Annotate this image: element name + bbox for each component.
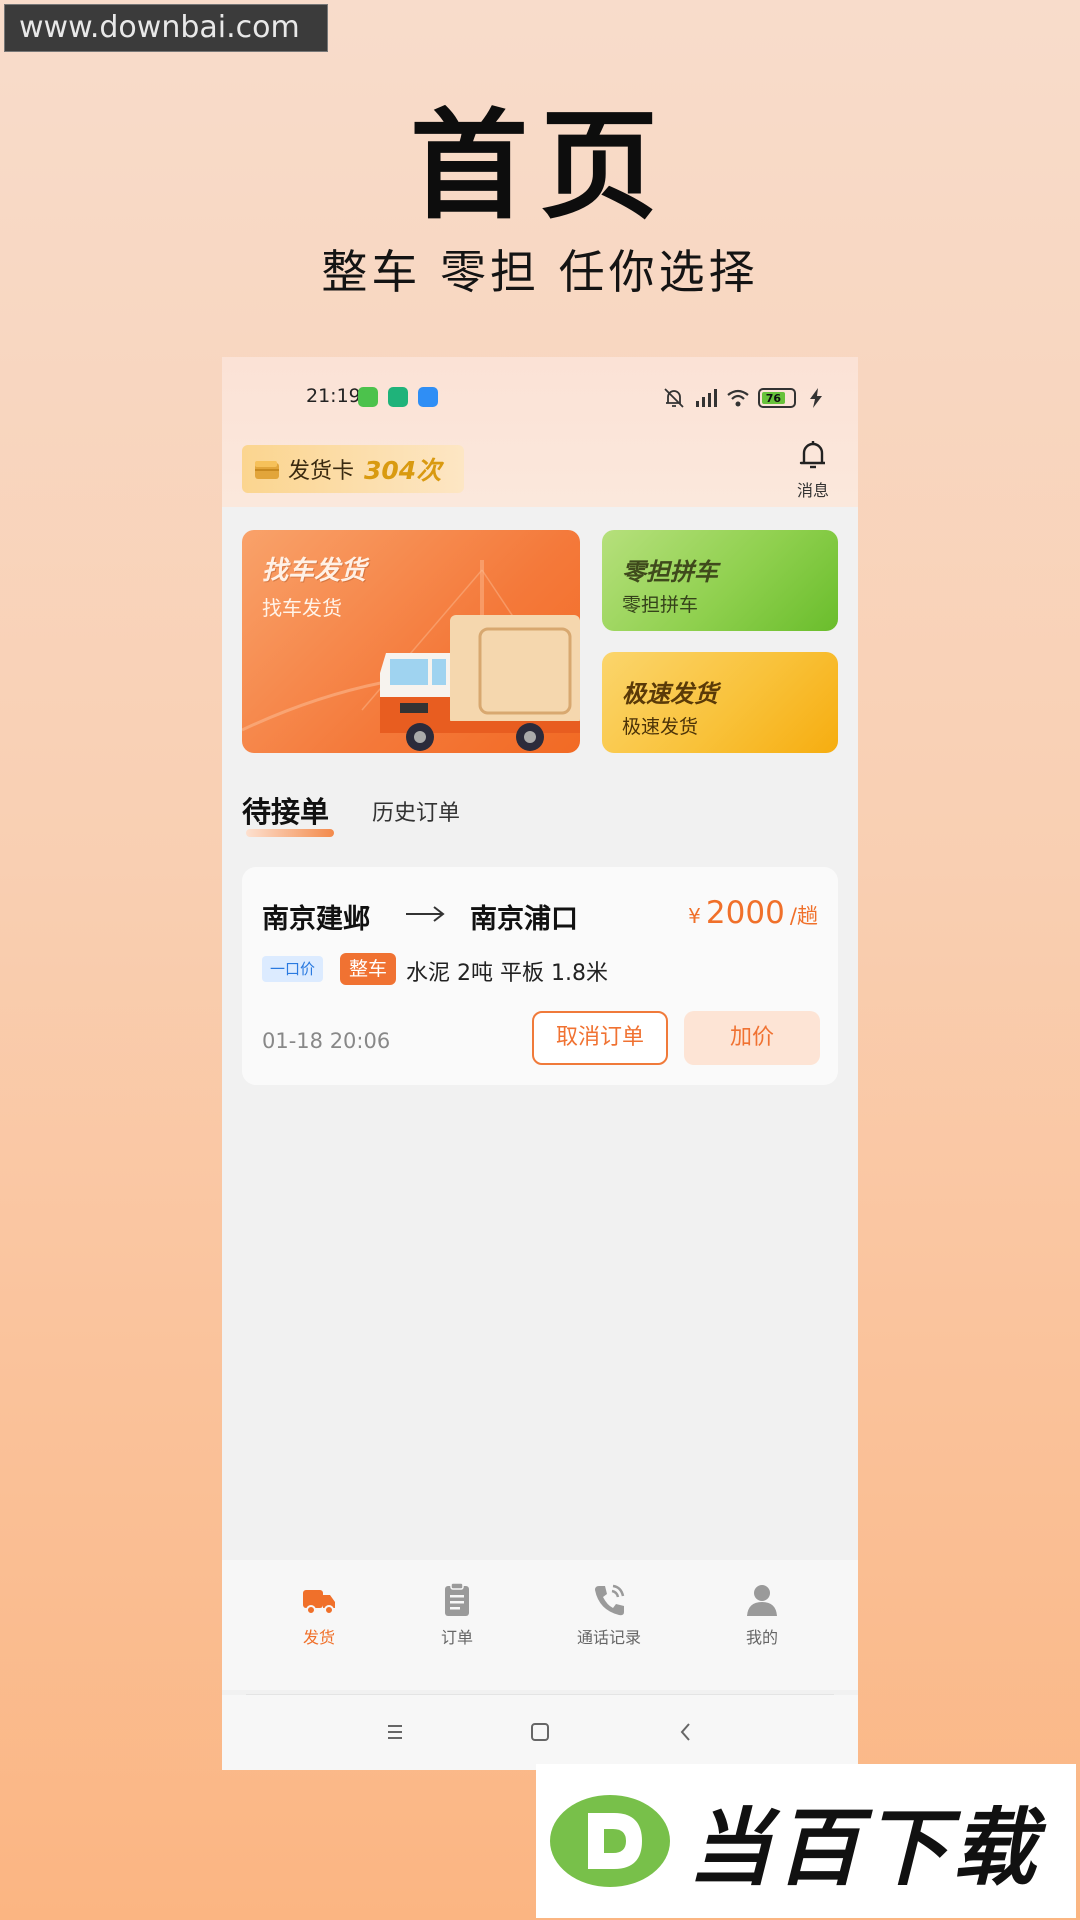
nav-label-orders: 订单 (440, 1628, 473, 1647)
bell-off-icon (664, 388, 684, 408)
order-time: 01-18 20:06 (262, 1029, 391, 1053)
menu-icon[interactable] (380, 1717, 410, 1747)
brand-watermark: 当百下载 (536, 1764, 1076, 1918)
nav-label-profile: 我的 (745, 1628, 778, 1647)
hero-subtitle: 整车 零担 任你选择 (321, 245, 759, 299)
cargo-details: 水泥 2吨 平板 1.8米 (406, 961, 608, 986)
charging-icon (810, 388, 822, 408)
route-origin: 南京建邺 (262, 904, 370, 935)
messages-button[interactable]: 消息 (790, 437, 836, 501)
fixed-price-tag: 一口价 (262, 956, 324, 982)
clipboard-icon (445, 1582, 469, 1616)
system-nav-bar (222, 1695, 858, 1770)
nav-label-call-log: 通话记录 (576, 1628, 641, 1647)
price-symbol: ¥ (688, 904, 701, 928)
battery-indicator: 76 (758, 388, 796, 408)
nav-label-ship: 发货 (302, 1628, 335, 1647)
shipping-card[interactable]: 发货卡 304次 (242, 445, 464, 493)
messages-label: 消息 (796, 481, 829, 500)
price-unit: /趟 (789, 904, 818, 928)
cancel-order-button[interactable]: 取消订单 (532, 1011, 668, 1065)
express-shipping-subtitle: 极速发货 (622, 716, 699, 738)
nav-item-call-log[interactable]: 通话记录 (554, 1582, 664, 1648)
site-watermark: www.downbai.com (4, 4, 328, 52)
user-icon (747, 1585, 777, 1616)
truck-icon (303, 1590, 335, 1615)
tab-pending[interactable]: 待接单 (242, 789, 329, 831)
nav-item-ship[interactable]: 发货 (264, 1582, 374, 1648)
find-truck-banner[interactable]: 找车发货 找车发货 (242, 530, 580, 753)
signal-icon (696, 389, 717, 407)
tab-history[interactable]: 历史订单 (372, 795, 460, 827)
ltl-carpool-subtitle: 零担拼车 (622, 594, 699, 616)
truck-icon (380, 615, 580, 751)
order-price: ¥ 2000 /趟 (688, 895, 818, 931)
bell-icon (799, 441, 825, 469)
route-destination: 南京浦口 (470, 904, 578, 935)
brand-name: 当百下载 (688, 1798, 1041, 1897)
vehicle-type-tag: 整车 (340, 953, 397, 985)
raise-price-button[interactable]: 加价 (684, 1011, 820, 1065)
brand-logo-icon (550, 1795, 670, 1887)
nav-item-orders[interactable]: 订单 (402, 1582, 512, 1648)
app-notification-icon (358, 387, 378, 407)
shipping-card-count: 304次 (364, 456, 442, 485)
status-bar: 21:19 76 (222, 385, 858, 415)
order-tabs: 待接单 历史订单 (242, 789, 838, 839)
phone-icon (595, 1584, 625, 1616)
wifi-icon (727, 389, 749, 407)
arrow-right-icon (406, 906, 445, 922)
order-card[interactable]: 南京建邺 南京浦口 ¥ 2000 /趟 一口价 整车 水泥 2吨 平板 1.8米… (242, 867, 838, 1085)
nav-item-profile[interactable]: 我的 (707, 1582, 817, 1648)
phone-screen: 21:19 76 发货卡 304次 消息 找车发货 找车发货 零担拼车 零担拼车… (222, 357, 858, 1770)
find-truck-subtitle: 找车发货 (262, 596, 342, 620)
chat-notification-icon (418, 387, 438, 407)
status-time: 21:19 (306, 385, 361, 407)
shield-notification-icon (388, 387, 408, 407)
back-icon[interactable] (671, 1717, 701, 1747)
bottom-nav: 发货 订单 通话记录 我的 (222, 1560, 858, 1690)
shipping-card-label: 发货卡 (288, 459, 355, 484)
express-shipping-title: 极速发货 (622, 680, 718, 708)
find-truck-title: 找车发货 (262, 556, 367, 586)
ltl-carpool-banner[interactable]: 零担拼车 零担拼车 (602, 530, 838, 631)
wallet-icon (255, 461, 279, 479)
battery-level: 76 (762, 392, 785, 405)
express-shipping-banner[interactable]: 极速发货 极速发货 (602, 652, 838, 753)
price-value: 2000 (705, 895, 785, 931)
home-icon[interactable] (525, 1717, 555, 1747)
ltl-carpool-title: 零担拼车 (622, 558, 718, 586)
hero-title: 首页 (409, 97, 670, 235)
